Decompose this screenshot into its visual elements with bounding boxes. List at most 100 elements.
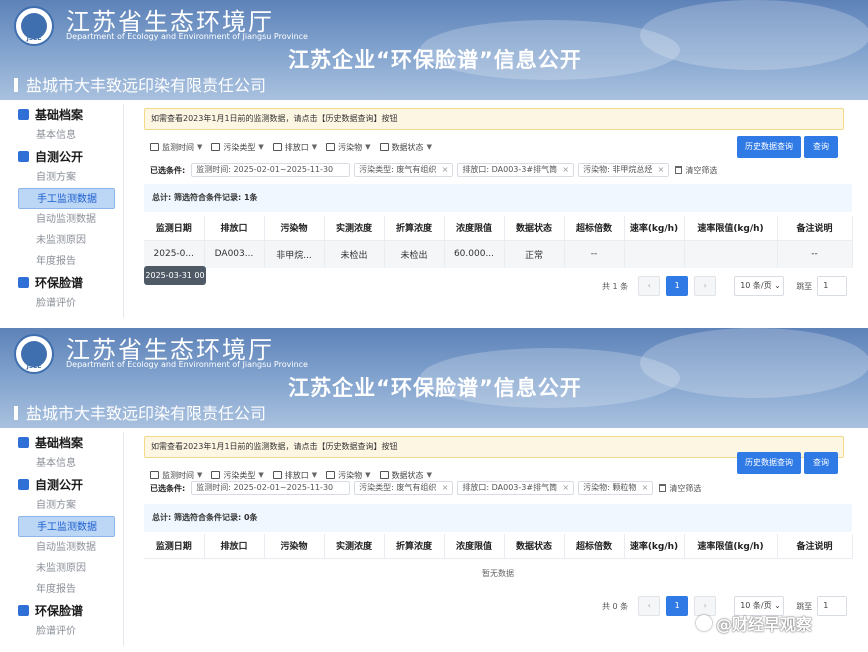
query-button[interactable]: 查询	[804, 136, 838, 158]
monitor-icon	[18, 479, 29, 490]
column-header: 浓度限值	[444, 534, 505, 559]
filter-pollutant[interactable]: 污染物 ▼	[326, 142, 371, 153]
face-icon	[18, 605, 29, 616]
sidebar-item-face-eval[interactable]: 脸谱评价	[12, 293, 123, 314]
filter-monitor-time[interactable]: 监测时间 ▼	[150, 142, 202, 153]
history-query-button[interactable]: 历史数据查询	[737, 136, 801, 158]
history-query-button[interactable]: 历史数据查询	[737, 452, 801, 474]
condition-tag-outlet: 排放口: DA003-3#排气筒 ×	[457, 163, 575, 177]
sidebar: 基础档案 基本信息 自测公开 自测方案 手工监测数据 自动监测数据 未监测原因 …	[12, 432, 124, 646]
close-icon[interactable]: ×	[442, 164, 449, 176]
caret-down-icon: ▼	[197, 471, 203, 479]
sidebar-item-face-eval[interactable]: 脸谱评价	[12, 621, 123, 642]
column-header: 备注说明	[777, 216, 853, 241]
condition-tag-type: 污染类型: 废气有组织 ×	[354, 481, 454, 495]
chevron-down-icon: ⌄	[774, 601, 781, 610]
page-size-select[interactable]: 10 条/页 ⌄	[734, 276, 785, 296]
total-count: 共 1 条	[602, 281, 629, 291]
trash-icon	[675, 166, 683, 174]
sidebar-group-self-test[interactable]: 自测公开	[12, 146, 123, 167]
jsee-logo: JSEE	[14, 6, 54, 46]
watermark: @财经早观察	[696, 611, 812, 635]
sidebar-group-basic[interactable]: 基础档案	[12, 432, 123, 453]
page-number-current[interactable]: 1	[666, 276, 689, 296]
outlet-icon	[272, 143, 282, 151]
filter-pollutant[interactable]: 污染物 ▼	[326, 470, 371, 481]
table-cell	[624, 240, 685, 268]
table-cell: 非甲烷...	[264, 240, 325, 268]
caret-down-icon: ▼	[197, 143, 203, 151]
clear-filters-button[interactable]: 清空筛选	[675, 165, 717, 176]
table-row[interactable]: 2025-0... DA003... 非甲烷... 未检出 未检出 60.000…	[144, 240, 853, 268]
filter-outlet[interactable]: 排放口 ▼	[272, 142, 318, 153]
calendar-icon	[150, 143, 159, 151]
empty-state: 暂无数据	[482, 569, 514, 578]
filter-pollution-type[interactable]: 污染类型 ▼	[211, 142, 264, 153]
caret-down-icon: ▼	[311, 143, 318, 151]
company-name: 盐城市大丰致远印染有限责任公司	[14, 400, 266, 424]
close-icon[interactable]: ×	[642, 482, 649, 494]
pollutant-icon	[326, 471, 336, 479]
sidebar-item-auto-monitoring[interactable]: 自动监测数据	[12, 209, 123, 230]
table-cell	[684, 240, 778, 268]
column-header: 速率限值(kg/h)	[684, 534, 778, 559]
header-banner: JSEE 江苏省生态环境厅 Department of Ecology and …	[0, 0, 868, 100]
watermark-logo-icon	[696, 615, 712, 631]
sidebar-group-basic[interactable]: 基础档案	[12, 104, 123, 125]
prev-page-button[interactable]: ‹	[638, 276, 661, 296]
monitoring-table: 监测日期 排放口 污染物 实测浓度 折算浓度 浓度限值 数据状态 超标倍数 速率…	[144, 534, 853, 559]
table-header-row: 监测日期 排放口 污染物 实测浓度 折算浓度 浓度限值 数据状态 超标倍数 速率…	[144, 534, 853, 559]
filter-bar: 监测时间 ▼ 污染类型 ▼ 排放口 ▼ 污染物 ▼ 数据状态 ▼	[150, 139, 441, 155]
sidebar-group-face[interactable]: 环保脸谱	[12, 272, 123, 293]
caret-down-icon: ▼	[426, 143, 432, 151]
next-page-button[interactable]: ›	[694, 276, 717, 296]
trash-icon	[659, 484, 667, 492]
sidebar-group-face[interactable]: 环保脸谱	[12, 600, 123, 621]
filter-data-status[interactable]: 数据状态 ▼	[379, 470, 432, 481]
prev-page-button[interactable]: ‹	[638, 596, 661, 616]
condition-tag-outlet: 排放口: DA003-3#排气筒 ×	[457, 481, 575, 495]
goto-page-input[interactable]: 1	[817, 276, 848, 296]
header-banner: JSEE 江苏省生态环境厅 Department of Ecology and …	[0, 328, 868, 428]
close-icon[interactable]: ×	[658, 164, 665, 176]
table-cell: 60.000...	[444, 240, 505, 268]
sidebar-item-basic-info[interactable]: 基本信息	[12, 453, 123, 474]
sidebar-item-auto-monitoring[interactable]: 自动监测数据	[12, 537, 123, 558]
filter-pollution-type[interactable]: 污染类型 ▼	[211, 470, 264, 481]
selected-conditions: 已选条件: 监测时间: 2025-02-01~2025-11-30 污染类型: …	[150, 481, 701, 495]
close-icon[interactable]: ×	[442, 482, 449, 494]
caret-down-icon: ▼	[258, 471, 264, 479]
goto-page-input[interactable]: 1	[817, 596, 848, 616]
filter-data-status[interactable]: 数据状态 ▼	[379, 142, 432, 153]
sidebar-item-unmonitored-reason[interactable]: 未监测原因	[12, 558, 123, 579]
query-button[interactable]: 查询	[804, 452, 838, 474]
close-icon[interactable]: ×	[562, 482, 569, 494]
filter-monitor-time[interactable]: 监测时间 ▼	[150, 470, 202, 481]
caret-down-icon: ▼	[426, 471, 432, 479]
sidebar-item-manual-monitoring[interactable]: 手工监测数据	[18, 188, 115, 209]
caret-down-icon: ▼	[365, 471, 371, 479]
chevron-down-icon: ⌄	[774, 281, 781, 290]
sidebar-group-self-test[interactable]: 自测公开	[12, 474, 123, 495]
column-header: 排放口	[204, 534, 265, 559]
clear-filters-button[interactable]: 清空筛选	[659, 483, 701, 494]
close-icon[interactable]: ×	[562, 164, 569, 176]
archive-icon	[18, 437, 29, 448]
sidebar-item-manual-monitoring[interactable]: 手工监测数据	[18, 516, 115, 537]
selected-conditions: 已选条件: 监测时间: 2025-02-01~2025-11-30 污染类型: …	[150, 163, 717, 177]
filter-outlet[interactable]: 排放口 ▼	[272, 470, 317, 481]
page-number-current[interactable]: 1	[666, 596, 689, 616]
condition-tag-time: 监测时间: 2025-02-01~2025-11-30	[191, 163, 351, 177]
table-cell: 正常	[504, 240, 565, 268]
table-cell: 未检出	[384, 240, 445, 268]
table-header-row: 监测日期 排放口 污染物 实测浓度 折算浓度 浓度限值 数据状态 超标倍数 速率…	[144, 216, 853, 241]
sidebar-item-basic-info[interactable]: 基本信息	[12, 125, 123, 146]
portal-title: 江苏企业“环保脸谱”信息公开	[288, 48, 582, 72]
sidebar-item-unmonitored-reason[interactable]: 未监测原因	[12, 230, 123, 251]
monitor-icon	[18, 151, 29, 162]
sidebar-item-self-test-plan[interactable]: 自测方案	[12, 167, 123, 188]
column-header: 速率(kg/h)	[624, 216, 685, 241]
sidebar-item-annual-report[interactable]: 年度报告	[12, 579, 123, 600]
sidebar-item-annual-report[interactable]: 年度报告	[12, 251, 123, 272]
sidebar-item-self-test-plan[interactable]: 自测方案	[12, 495, 123, 516]
